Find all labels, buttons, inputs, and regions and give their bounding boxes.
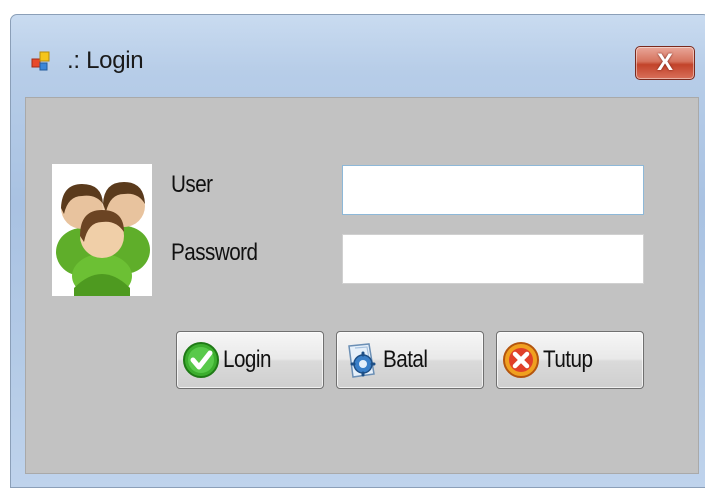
- cancel-circle-icon: [501, 340, 541, 380]
- app-icon: [31, 51, 53, 73]
- close-button[interactable]: X: [635, 46, 695, 80]
- users-group-icon: [52, 164, 152, 298]
- window-title: .: Login: [67, 47, 144, 74]
- close-icon: X: [656, 49, 673, 76]
- cancel-button[interactable]: Batal: [336, 331, 484, 389]
- login-window: .: Login X User Password Login Batal Tut…: [10, 14, 705, 488]
- user-label: User: [171, 171, 213, 198]
- check-circle-icon: [181, 340, 221, 380]
- close-form-button[interactable]: Tutup: [496, 331, 644, 389]
- close-form-button-label: Tutup: [543, 346, 593, 373]
- title-bar[interactable]: .: Login X: [11, 15, 705, 97]
- cancel-button-label: Batal: [383, 346, 428, 373]
- user-input[interactable]: [342, 165, 644, 215]
- login-button[interactable]: Login: [176, 331, 324, 389]
- form-area: User Password Login Batal Tutup: [25, 97, 699, 474]
- password-label: Password: [171, 239, 258, 266]
- gear-document-icon: [341, 340, 381, 380]
- password-input[interactable]: [342, 234, 644, 284]
- login-button-label: Login: [223, 346, 271, 373]
